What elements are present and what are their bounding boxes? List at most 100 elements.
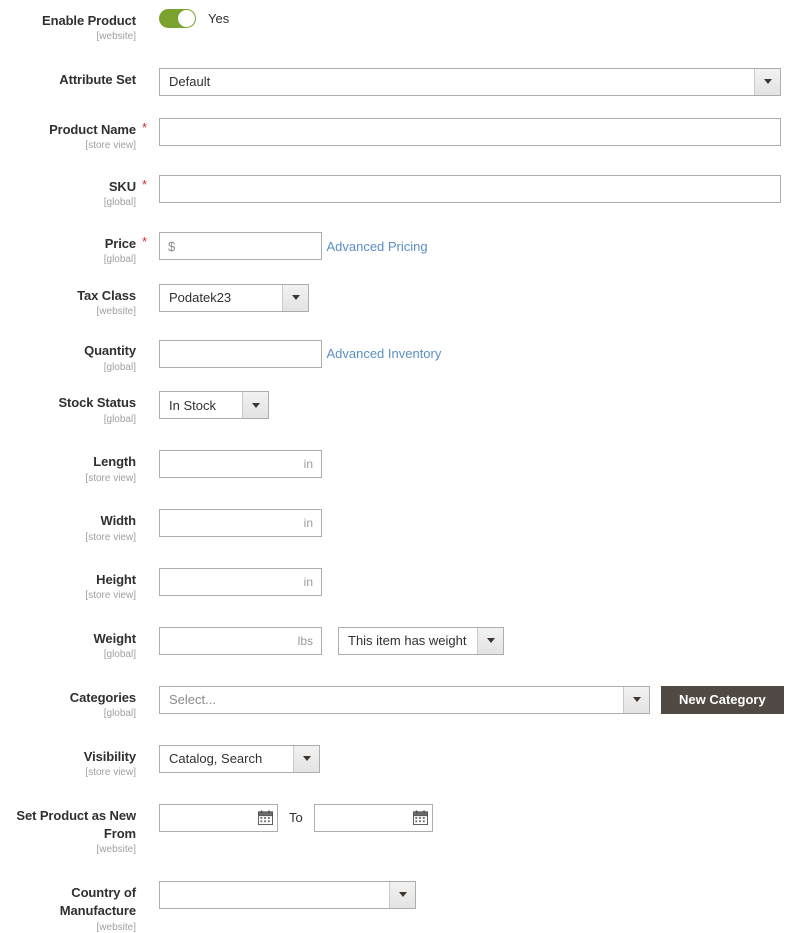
field-row-enable-product: Enable Product [website] Yes	[0, 5, 800, 43]
control-country-of-manufacture	[136, 877, 800, 913]
weight-type-value: This item has weight	[348, 633, 467, 649]
control-visibility: Catalog, Search	[136, 741, 800, 773]
label-product-name: Product Name * [store view]	[0, 114, 147, 152]
field-row-categories: Categories [global] Select... New Catego…	[0, 682, 800, 720]
scope-tag: [website]	[96, 31, 136, 43]
control-tax-class: Podatek23	[136, 280, 800, 312]
scope-tag: [store view]	[85, 590, 136, 602]
label-text: Stock Status	[58, 395, 136, 411]
date-to-label: To	[289, 810, 303, 826]
stock-status-value: In Stock	[169, 397, 216, 413]
label-country-of-manufacture: Country of Manufacture [website]	[0, 877, 136, 933]
label-categories: Categories [global]	[0, 682, 136, 720]
field-row-attribute-set: Attribute Set Default	[0, 64, 800, 96]
scope-tag: [store view]	[85, 140, 136, 152]
tax-class-select[interactable]: Podatek23	[159, 283, 309, 312]
scope-tag: [global]	[103, 649, 136, 661]
control-product-name	[136, 114, 800, 146]
field-row-length: Length [store view] in	[0, 446, 800, 484]
field-row-width: Width [store view] in	[0, 505, 800, 543]
label-sku: SKU * [global]	[0, 171, 147, 209]
scope-tag: [store view]	[85, 531, 136, 543]
label-visibility: Visibility [store view]	[0, 741, 136, 779]
label-text: Enable Product	[42, 13, 136, 28]
label-quantity: Quantity [global]	[0, 335, 136, 373]
label-stock-status: Stock Status [global]	[0, 387, 136, 425]
field-row-stock-status: Stock Status [global] In Stock	[0, 387, 800, 425]
visibility-select[interactable]: Catalog, Search	[159, 744, 320, 773]
control-width: in	[136, 505, 800, 538]
chevron-down-icon[interactable]	[389, 881, 415, 908]
new-category-button[interactable]: New Category	[661, 685, 784, 714]
sku-input[interactable]	[159, 174, 781, 203]
product-name-input[interactable]	[159, 117, 781, 146]
weight-type-select[interactable]: This item has weight	[338, 626, 504, 655]
scope-tag: [store view]	[85, 767, 136, 779]
scope-tag: [global]	[103, 254, 136, 266]
length-input[interactable]	[159, 450, 322, 479]
field-row-tax-class: Tax Class [website] Podatek23	[0, 280, 800, 318]
field-row-country-of-manufacture: Country of Manufacture [website]	[0, 877, 800, 933]
field-row-sku: SKU * [global]	[0, 171, 800, 209]
label-set-product-as-new: Set Product as New From [website]	[0, 800, 136, 856]
scope-tag: [global]	[103, 361, 136, 373]
chevron-down-icon[interactable]	[293, 745, 319, 772]
label-text: Visibility	[83, 748, 136, 764]
chevron-down-icon[interactable]	[623, 686, 649, 713]
label-enable-product: Enable Product [website]	[0, 5, 136, 43]
control-length: in	[136, 446, 800, 479]
toggle-state-label: Yes	[208, 11, 230, 26]
control-set-product-as-new: To	[136, 800, 800, 832]
calendar-icon[interactable]	[258, 810, 273, 825]
advanced-inventory-link[interactable]: Advanced Inventory	[326, 346, 441, 361]
scope-tag: [global]	[103, 413, 136, 425]
tax-class-value: Podatek23	[169, 290, 232, 306]
scope-tag: [website]	[96, 305, 136, 317]
control-height: in	[136, 564, 800, 597]
chevron-down-icon[interactable]	[282, 284, 308, 311]
label-text: Price	[104, 235, 136, 251]
label-text: Categories	[69, 689, 136, 705]
date-to-wrapper	[313, 803, 433, 832]
scope-tag: [website]	[96, 921, 136, 933]
label-text: Attribute Set	[59, 71, 136, 87]
price-input[interactable]	[159, 232, 322, 261]
quantity-input[interactable]	[159, 339, 322, 368]
label-text: Set Product as New From	[16, 807, 136, 841]
width-input[interactable]	[159, 509, 322, 538]
label-weight: Weight [global]	[0, 623, 137, 661]
height-input[interactable]	[159, 568, 322, 597]
label-text: Product Name	[49, 121, 136, 137]
country-of-manufacture-value	[160, 882, 389, 908]
country-of-manufacture-select[interactable]	[159, 880, 416, 909]
field-row-weight: Weight [global] lbs This item has weight	[0, 623, 800, 661]
categories-select[interactable]: Select...	[159, 685, 650, 714]
label-text: Height	[96, 572, 136, 588]
field-row-height: Height [store view] in	[0, 564, 800, 602]
label-text: Country of Manufacture	[59, 884, 136, 919]
label-price: Price * [global]	[0, 228, 147, 266]
chevron-down-icon[interactable]	[477, 627, 503, 654]
label-attribute-set: Attribute Set	[0, 64, 136, 89]
scope-tag: [global]	[103, 708, 136, 720]
label-text: Weight	[93, 630, 137, 646]
visibility-value: Catalog, Search	[169, 751, 263, 767]
control-price: Advanced Pricing	[136, 228, 800, 261]
product-form: Enable Product [website] Yes Attribute S…	[0, 0, 800, 933]
field-row-visibility: Visibility [store view] Catalog, Search	[0, 741, 800, 779]
calendar-icon[interactable]	[412, 810, 428, 825]
scope-tag: [global]	[103, 197, 136, 209]
label-text: Quantity	[84, 343, 136, 359]
chevron-down-icon[interactable]	[242, 392, 268, 419]
attribute-set-select[interactable]: Default	[159, 67, 781, 96]
stock-status-select[interactable]: In Stock	[159, 391, 269, 420]
scope-tag: [website]	[96, 844, 136, 856]
chevron-down-icon[interactable]	[754, 68, 780, 95]
control-weight: lbs This item has weight	[136, 623, 800, 655]
weight-input[interactable]	[159, 626, 322, 655]
control-stock-status: In Stock	[136, 387, 800, 420]
categories-value: Select...	[169, 692, 216, 708]
label-tax-class: Tax Class [website]	[0, 280, 136, 318]
advanced-pricing-link[interactable]: Advanced Pricing	[326, 239, 427, 254]
enable-product-toggle[interactable]	[159, 9, 196, 28]
